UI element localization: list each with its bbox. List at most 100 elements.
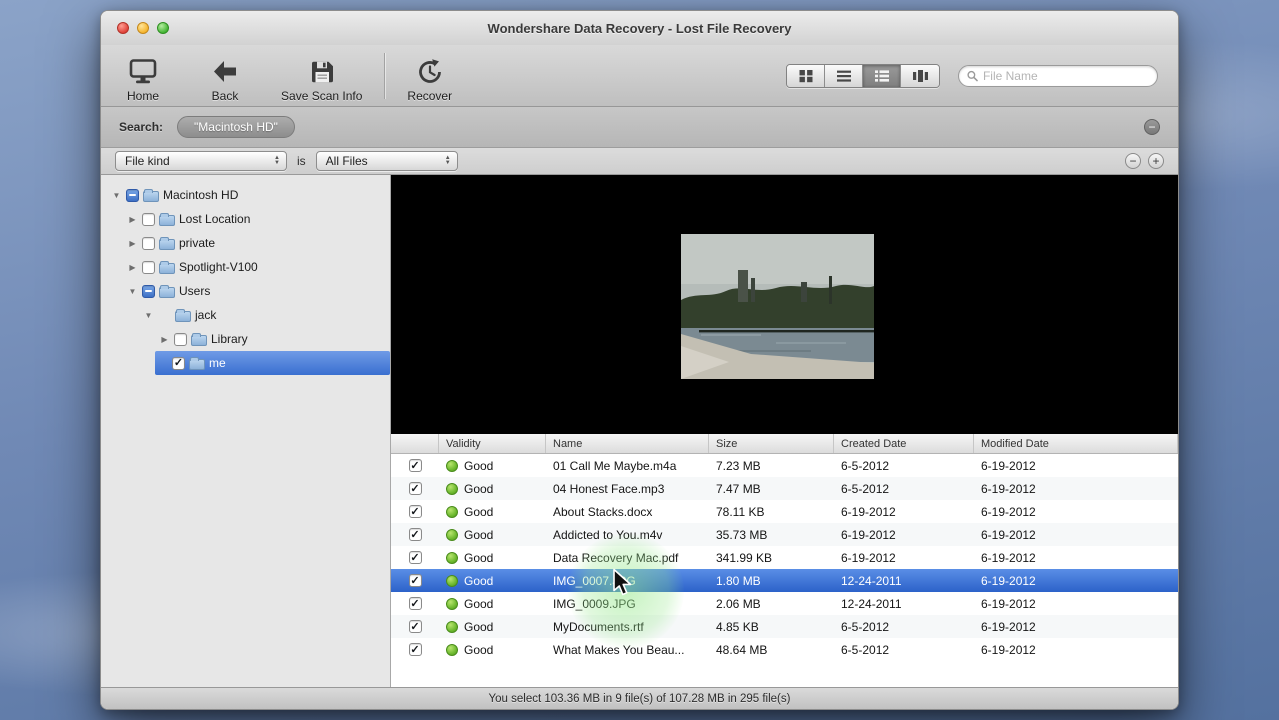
row-checkbox[interactable] — [408, 620, 422, 633]
tree-checkbox[interactable] — [172, 356, 185, 370]
selection-summary: You select 103.36 MB in 9 file(s) of 107… — [488, 692, 791, 705]
search-token[interactable]: "Macintosh HD" — [177, 116, 295, 138]
file-table-row[interactable]: Good 01 Call Me Maybe.m4a 7.23 MB 6-5-20… — [391, 454, 1178, 477]
file-name: 04 Honest Face.mp3 — [553, 481, 665, 496]
tree-checkbox[interactable] — [174, 332, 187, 346]
row-checkbox[interactable] — [408, 551, 422, 564]
file-table-row[interactable]: Good 04 Honest Face.mp3 7.47 MB 6-5-2012… — [391, 477, 1178, 500]
file-name: IMG_0007.JPG — [553, 573, 636, 588]
search-label: Search: — [119, 120, 164, 134]
tree-checkbox[interactable] — [142, 212, 155, 226]
remove-filter-button[interactable]: − — [1125, 153, 1141, 169]
titlebar[interactable]: Wondershare Data Recovery - Lost File Re… — [101, 11, 1178, 45]
minimize-button[interactable] — [137, 22, 149, 34]
folder-icon — [175, 308, 191, 322]
back-arrow-icon — [211, 57, 239, 87]
tree-item-label: private — [179, 236, 216, 250]
row-checkbox[interactable] — [408, 574, 422, 587]
remove-search-row-button[interactable]: − — [1144, 119, 1160, 135]
filter-bar: File kind ▲ ▼ is All Files ▲ ▼ − + — [101, 148, 1178, 175]
header-created-date[interactable]: Created Date — [834, 434, 974, 453]
sidebar-tree-item[interactable]: ▼ Macintosh HD — [101, 183, 390, 207]
validity-label: Good — [464, 481, 494, 496]
list-view-button[interactable] — [825, 64, 863, 87]
sidebar-tree-item[interactable]: ▶ Library — [101, 327, 390, 351]
sidebar-tree-item[interactable]: ▶ Lost Location — [101, 207, 390, 231]
tree-item-label: Spotlight-V100 — [179, 260, 258, 274]
tree-checkbox[interactable] — [142, 284, 155, 298]
row-checkbox[interactable] — [408, 505, 422, 518]
traffic-lights — [117, 22, 169, 34]
tree-checkbox[interactable] — [126, 188, 139, 202]
file-table-row[interactable]: Good What Makes You Beau... 48.64 MB 6-5… — [391, 638, 1178, 661]
disclosure-triangle-icon[interactable]: ▼ — [143, 311, 154, 320]
file-modified-date: 6-19-2012 — [981, 619, 1036, 634]
file-table-row[interactable]: Good About Stacks.docx 78.11 KB 6-19-201… — [391, 500, 1178, 523]
grid-view-icon — [799, 69, 812, 82]
disclosure-triangle-icon[interactable]: ▼ — [127, 287, 138, 296]
zoom-button[interactable] — [157, 22, 169, 34]
disclosure-triangle-icon[interactable]: ▶ — [127, 215, 138, 224]
disclosure-triangle-icon[interactable]: ▶ — [127, 239, 138, 248]
save-scan-info-button[interactable]: Save Scan Info — [281, 49, 362, 103]
coverflow-view-button[interactable] — [901, 64, 939, 87]
sidebar-tree-item[interactable]: ▶ private — [101, 231, 390, 255]
tree-checkbox[interactable] — [142, 260, 155, 274]
validity-good-icon — [446, 482, 458, 495]
validity-good-icon — [446, 597, 458, 610]
file-table-body: Good 01 Call Me Maybe.m4a 7.23 MB 6-5-20… — [391, 454, 1178, 687]
file-name: 01 Call Me Maybe.m4a — [553, 458, 677, 473]
header-size[interactable]: Size — [709, 434, 834, 453]
home-label: Home — [127, 88, 160, 103]
home-button[interactable]: Home — [127, 49, 159, 103]
tree-checkbox[interactable] — [142, 236, 155, 250]
back-button[interactable]: Back — [211, 49, 239, 103]
validity-label: Good — [464, 504, 494, 519]
view-mode-segmented-control — [786, 63, 940, 88]
close-button[interactable] — [117, 22, 129, 34]
disclosure-triangle-icon[interactable]: ▶ — [127, 263, 138, 272]
row-checkbox[interactable] — [408, 528, 422, 541]
search-input[interactable] — [982, 68, 1149, 83]
sidebar-tree-item[interactable]: ▶ Spotlight-V100 — [101, 255, 390, 279]
file-table-row[interactable]: Good MyDocuments.rtf 4.85 KB 6-5-2012 6-… — [391, 615, 1178, 638]
validity-good-icon — [446, 505, 458, 518]
validity-good-icon — [446, 574, 458, 587]
row-checkbox[interactable] — [408, 597, 422, 610]
validity-label: Good — [464, 573, 494, 588]
disclosure-triangle-icon[interactable]: ▶ — [159, 335, 170, 344]
header-validity[interactable]: Validity — [439, 434, 546, 453]
file-table-row[interactable]: Good Data Recovery Mac.pdf 341.99 KB 6-1… — [391, 546, 1178, 569]
row-checkbox[interactable] — [408, 482, 422, 495]
tree-item-label: Library — [211, 332, 248, 346]
detail-view-button[interactable] — [863, 64, 901, 87]
recover-button[interactable]: Recover — [407, 49, 452, 103]
file-table-row[interactable]: Good Addicted to You.m4v 35.73 MB 6-19-2… — [391, 523, 1178, 546]
file-table-row[interactable]: Good IMG_0009.JPG 2.06 MB 12-24-2011 6-1… — [391, 592, 1178, 615]
dropdown-arrows-icon: ▲ ▼ — [444, 155, 451, 166]
thumbnail-view-button[interactable] — [787, 64, 825, 87]
sidebar-tree-item[interactable]: ▼ jack — [101, 303, 390, 327]
file-table-row[interactable]: Good IMG_0007.JPG 1.80 MB 12-24-2011 6-1… — [391, 569, 1178, 592]
header-checkbox-column[interactable] — [391, 434, 439, 453]
status-bar: You select 103.36 MB in 9 file(s) of 107… — [101, 687, 1178, 709]
row-checkbox[interactable] — [408, 643, 422, 656]
recover-label: Recover — [407, 88, 453, 103]
header-modified-date[interactable]: Modified Date — [974, 434, 1178, 453]
main-pane: Validity Name Size Created Date Modified… — [391, 175, 1178, 687]
file-size: 35.73 MB — [716, 527, 768, 542]
row-checkbox[interactable] — [408, 459, 422, 472]
file-type-dropdown[interactable]: All Files ▲ ▼ — [315, 151, 458, 171]
file-size: 48.64 MB — [716, 642, 768, 657]
folder-icon — [159, 260, 175, 274]
validity-good-icon — [446, 620, 458, 633]
file-modified-date: 6-19-2012 — [981, 458, 1036, 473]
header-name[interactable]: Name — [546, 434, 709, 453]
file-kind-dropdown[interactable]: File kind ▲ ▼ — [115, 151, 287, 171]
tree-item-label: jack — [195, 308, 217, 322]
disclosure-triangle-icon[interactable]: ▼ — [111, 191, 122, 200]
add-filter-button[interactable]: + — [1148, 153, 1164, 169]
sidebar-tree-item[interactable]: me — [155, 351, 390, 375]
file-name-search-field[interactable] — [958, 64, 1158, 87]
sidebar-tree-item[interactable]: ▼ Users — [101, 279, 390, 303]
